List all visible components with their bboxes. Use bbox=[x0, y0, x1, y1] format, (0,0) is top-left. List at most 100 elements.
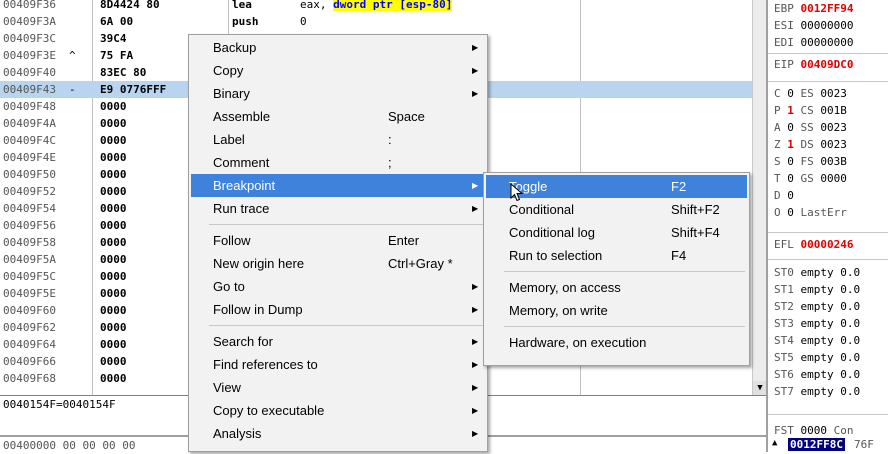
fpu-register-st3[interactable]: ST3 empty 0.0 bbox=[774, 315, 860, 332]
fpu-register-st1[interactable]: ST1 empty 0.0 bbox=[774, 281, 860, 298]
menu-item-find-references-to[interactable]: Find references to ▶ bbox=[191, 353, 485, 376]
flag-name: Z bbox=[774, 138, 781, 151]
menu-item-label: Breakpoint bbox=[213, 178, 276, 193]
register-esi[interactable]: ESI 00000000 bbox=[774, 17, 853, 34]
register-value: 0012FF94 bbox=[800, 2, 854, 15]
info-line: 0040154F=0040154F bbox=[3, 398, 116, 411]
flag-z[interactable]: Z 1 DS 0023 bbox=[774, 136, 847, 153]
menu-item-binary[interactable]: Binary ▶ bbox=[191, 82, 485, 105]
register-name: ST2 bbox=[774, 300, 794, 313]
fpu-register-st5[interactable]: ST5 empty 0.0 bbox=[774, 349, 860, 366]
register-value: empty 0.0 bbox=[800, 283, 861, 296]
menu-item-run-trace[interactable]: Run trace ▶ bbox=[191, 197, 485, 220]
menu-item-conditional-log[interactable]: Conditional log Shift+F4 bbox=[486, 221, 747, 244]
flag-s[interactable]: S 0 FS 003B bbox=[774, 153, 847, 170]
row-address: 00409F3A bbox=[3, 15, 56, 28]
flag-bit: 0 bbox=[787, 121, 794, 134]
register-value: empty 0.0 bbox=[800, 351, 861, 364]
menu-item-comment[interactable]: Comment; bbox=[191, 151, 485, 174]
submenu-arrow-icon: ▶ bbox=[472, 181, 479, 190]
menu-item-label: Binary bbox=[213, 86, 250, 101]
menu-item-assemble[interactable]: Assemble Space bbox=[191, 105, 485, 128]
menu-item-follow-in-dump[interactable]: Follow in Dump ▶ bbox=[191, 298, 485, 321]
menu-item-shortcut: F4 bbox=[671, 248, 687, 263]
fpu-register-st2[interactable]: ST2 empty 0.0 bbox=[774, 298, 860, 315]
register-efl[interactable]: EFL 00000246 bbox=[774, 236, 853, 253]
menu-item-shortcut: Space bbox=[388, 109, 425, 124]
disasm-row[interactable]: 00409F36 8D4424 80 lea eax, dword ptr [esp-… bbox=[0, 0, 766, 13]
menu-item-shortcut: Shift+F4 bbox=[671, 225, 720, 240]
menu-item-analysis[interactable]: Analysis ▶ bbox=[191, 422, 485, 445]
menu-item-search-for[interactable]: Search for ▶ bbox=[191, 330, 485, 353]
row-hex-bytes: 0000 bbox=[100, 185, 127, 198]
stack-next-value: 76F bbox=[854, 438, 874, 451]
scroll-down-arrow-icon[interactable]: ▼ bbox=[753, 381, 767, 395]
disasm-row[interactable]: 00409F3A 6A 00 push 0 bbox=[0, 13, 766, 30]
row-mnemonic: lea bbox=[232, 0, 252, 11]
menu-item-go-to[interactable]: Go to ▶ bbox=[191, 275, 485, 298]
menu-item-conditional[interactable]: Conditional Shift+F2 bbox=[486, 198, 747, 221]
menu-item-hardware-on-execution[interactable]: Hardware, on execution bbox=[486, 331, 747, 354]
row-address: 00409F3E bbox=[3, 49, 56, 62]
menu-item-label: Memory, on write bbox=[509, 303, 608, 318]
flag-d[interactable]: D 0 bbox=[774, 187, 794, 204]
menu-item-label[interactable]: Label: bbox=[191, 128, 485, 151]
register-name: EFL bbox=[774, 238, 794, 251]
menu-item-shortcut: Ctrl+Gray * bbox=[388, 256, 453, 271]
flag-name: D bbox=[774, 189, 781, 202]
register-value: 00000246 bbox=[800, 238, 854, 251]
row-hex-bytes: 8D4424 80 bbox=[100, 0, 160, 11]
register-fst[interactable]: FST 0000 Con bbox=[774, 422, 854, 439]
flag-bit: 0 bbox=[787, 189, 794, 202]
stack-pane[interactable]: ▲ 0012FF8C 76F bbox=[768, 438, 888, 452]
register-name: ST0 bbox=[774, 266, 794, 279]
row-mnemonic: push bbox=[232, 15, 259, 28]
menu-separator bbox=[504, 326, 745, 327]
flag-bit: 0 bbox=[787, 172, 794, 185]
row-hex-bytes: 0000 bbox=[100, 236, 127, 249]
menu-item-label: Copy bbox=[213, 63, 244, 78]
segment-value: 0023 bbox=[820, 138, 847, 151]
menu-item-shortcut: Shift+F2 bbox=[671, 202, 720, 217]
menu-item-backup[interactable]: Backup ▶ bbox=[191, 36, 485, 59]
menu-item-memory-on-write[interactable]: Memory, on write bbox=[486, 299, 747, 322]
flag-a[interactable]: A 0 SS 0023 bbox=[774, 119, 847, 136]
menu-item-follow[interactable]: Follow Enter bbox=[191, 229, 485, 252]
flag-t[interactable]: T 0 GS 0000 bbox=[774, 170, 847, 187]
menu-item-new-origin-here[interactable]: New origin here Ctrl+Gray * bbox=[191, 252, 485, 275]
flag-o[interactable]: O 0 LastErr bbox=[774, 204, 847, 221]
fpu-register-st0[interactable]: ST0 empty 0.0 bbox=[774, 264, 860, 281]
menu-item-breakpoint[interactable]: Breakpoint ▶ bbox=[191, 174, 485, 197]
register-eip[interactable]: EIP 00409DC0 bbox=[774, 56, 853, 73]
stack-selected-address[interactable]: 0012FF8C bbox=[788, 438, 845, 451]
menu-item-copy[interactable]: Copy ▶ bbox=[191, 59, 485, 82]
fpu-register-st4[interactable]: ST4 empty 0.0 bbox=[774, 332, 860, 349]
menu-item-memory-on-access[interactable]: Memory, on access bbox=[486, 276, 747, 299]
register-value: empty 0.0 bbox=[800, 385, 861, 398]
operand-text: eax, bbox=[300, 0, 334, 11]
menu-item-copy-to-executable[interactable]: Copy to executable ▶ bbox=[191, 399, 485, 422]
menu-separator bbox=[504, 271, 745, 272]
disassembly-scrollbar[interactable]: ▼ bbox=[752, 0, 767, 395]
register-value: 0000 bbox=[800, 424, 828, 437]
menu-item-label: Analysis bbox=[213, 426, 262, 441]
register-value: 00000000 bbox=[800, 36, 854, 49]
menu-item-label: Run to selection bbox=[509, 248, 603, 263]
register-edi[interactable]: EDI 00000000 bbox=[774, 34, 853, 51]
fpu-register-st7[interactable]: ST7 empty 0.0 bbox=[774, 383, 860, 400]
menu-item-label: Follow in Dump bbox=[213, 302, 303, 317]
register-ebp[interactable]: EBP 0012FF94 bbox=[774, 0, 853, 17]
row-address: 00409F50 bbox=[3, 168, 56, 181]
menu-item-view[interactable]: View ▶ bbox=[191, 376, 485, 399]
flag-p[interactable]: P 1 CS 001B bbox=[774, 102, 847, 119]
row-address: 00409F56 bbox=[3, 219, 56, 232]
menu-item-toggle[interactable]: Toggle F2 bbox=[486, 175, 747, 198]
register-name: ST3 bbox=[774, 317, 794, 330]
menu-item-run-to-selection[interactable]: Run to selection F4 bbox=[486, 244, 747, 267]
row-address: 00409F4E bbox=[3, 151, 56, 164]
menu-item-label: Backup bbox=[213, 40, 257, 55]
fpu-register-st6[interactable]: ST6 empty 0.0 bbox=[774, 366, 860, 383]
stack-up-arrow-icon[interactable]: ▲ bbox=[772, 438, 777, 448]
registers-pane[interactable]: ▲ 0012FF8C 76F EBP 0012FF94 ESI 00000000 E… bbox=[766, 0, 888, 452]
flag-c[interactable]: C 0 ES 0023 bbox=[774, 85, 847, 102]
